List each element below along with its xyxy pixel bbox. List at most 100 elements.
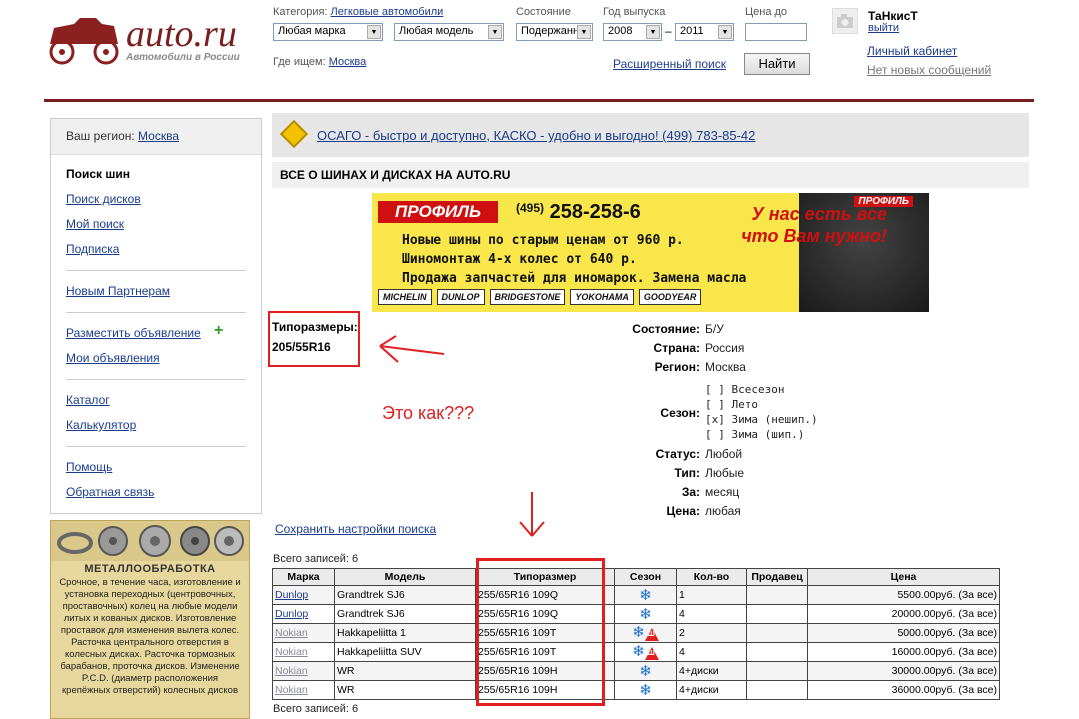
sidebar-item-my-search[interactable]: Мой поиск — [66, 217, 124, 231]
year-to-select[interactable]: 2011 ▼ — [675, 23, 734, 41]
cell-model: Grandtrek SJ6 — [334, 604, 476, 624]
cell-qty: 1 — [676, 585, 747, 605]
filter-condition-value: Б/У — [705, 322, 724, 336]
camera-icon — [837, 14, 853, 28]
region-link[interactable]: Москва — [138, 129, 179, 143]
cell-season: ❄ Ш — [614, 623, 677, 643]
col-seller[interactable]: Продавец — [746, 568, 808, 586]
cell-make[interactable]: Nokian — [272, 661, 335, 681]
sidebar-item-post-ad[interactable]: Разместить объявление — [66, 326, 201, 340]
sidebar-item-tyre-search: Поиск шин — [66, 167, 130, 181]
table-row[interactable]: Dunlop Grandtrek SJ6 255/65R16 109Q ❄ 1 5500.… — [272, 585, 1000, 605]
col-make[interactable]: Марка — [272, 568, 335, 586]
cell-season: ❄ — [614, 680, 677, 700]
model-select[interactable]: Любая модель ▼ — [394, 23, 504, 41]
sidebar-item-calculator[interactable]: Калькулятор — [66, 418, 136, 432]
save-search-link[interactable]: Сохранить настройки поиска — [275, 522, 436, 536]
col-price[interactable]: Цена — [807, 568, 1000, 586]
make-link[interactable]: Nokian — [275, 646, 308, 658]
cabinet-link[interactable]: Личный кабинет — [867, 44, 957, 58]
cell-make[interactable]: Nokian — [272, 623, 335, 643]
sidebar-item-catalog[interactable]: Каталог — [66, 393, 110, 407]
make-select[interactable]: Любая марка ▼ — [273, 23, 383, 41]
cell-price: 20000.00руб. (За все) — [807, 604, 1000, 624]
filter-country-value: Россия — [705, 341, 745, 355]
filter-status-value: Любой — [705, 447, 743, 461]
avatar[interactable] — [832, 8, 858, 34]
filter-season-label: Сезон: — [660, 406, 700, 420]
table-row[interactable]: Dunlop Grandtrek SJ6 255/65R16 109Q ❄ 4 20000… — [272, 604, 1000, 624]
metalwork-text: Срочное, в течение часа, изготовление и … — [59, 577, 241, 696]
make-link[interactable]: Dunlop — [275, 608, 308, 620]
price-label: Цена до — [745, 6, 788, 18]
sidebar-item-disk-search[interactable]: Поиск дисков — [66, 192, 141, 206]
price-input[interactable] — [745, 23, 807, 41]
banner-line: Шиномонтаж 4-х колес от 640 р. — [402, 252, 637, 267]
cell-price: 5000.00руб. (За все) — [807, 623, 1000, 643]
col-qty[interactable]: Кол-во — [676, 568, 747, 586]
cell-make[interactable]: Nokian — [272, 680, 335, 700]
sidebar-item-subscription[interactable]: Подписка — [66, 242, 119, 256]
cell-price: 30000.00руб. (За все) — [807, 661, 1000, 681]
brand-michelin: MICHELIN — [378, 289, 432, 305]
cell-make[interactable]: Dunlop — [272, 604, 335, 624]
condition-select[interactable]: Подержанн ▼ — [516, 23, 593, 41]
banner-line: Продажа запчастей для иномарок. Замена м… — [402, 271, 747, 286]
metalwork-ad[interactable]: МЕТАЛЛООБРАБОТКА Срочное, в течение часа… — [50, 520, 250, 719]
year-from-select[interactable]: 2008 ▼ — [603, 23, 662, 41]
sidebar-item-partners[interactable]: Новым Партнерам — [66, 284, 170, 298]
make-link[interactable]: Dunlop — [275, 589, 308, 601]
plus-icon[interactable]: + — [214, 322, 223, 340]
cell-qty: 4 — [676, 604, 747, 624]
annotation-box — [476, 558, 605, 706]
col-model[interactable]: Модель — [334, 568, 476, 586]
snowflake-icon: ❄ — [639, 681, 652, 699]
chevron-down-icon: ▼ — [646, 25, 660, 39]
cell-make[interactable]: Dunlop — [272, 585, 335, 605]
snowflake-icon: ❄ — [632, 624, 645, 642]
cell-seller — [746, 604, 808, 624]
cell-qty: 4 — [676, 642, 747, 662]
cell-seller — [746, 623, 808, 643]
filter-region-label: Регион: — [654, 360, 700, 374]
stud-warning-icon: Ш — [644, 627, 659, 641]
table-row[interactable]: Nokian Hakkapeliitta SUV 255/65R16 109T ❄ Ш 4… — [272, 642, 1000, 662]
filter-price-value: любая — [705, 504, 741, 518]
logo-car-icon[interactable] — [44, 14, 124, 66]
banner-phone: (495) 258-258-6 — [516, 201, 641, 223]
season-option-allseason[interactable]: [ ] Всесезон — [705, 383, 784, 396]
table-row[interactable]: Nokian Hakkapeliitta 1 255/65R16 109T ❄ Ш 2 50… — [272, 623, 1000, 643]
season-option-winter-nonstud[interactable]: [x] Зима (нешип.) — [705, 413, 818, 426]
logout-link[interactable]: выйти — [868, 22, 899, 34]
logo-text[interactable]: auto.ru — [126, 14, 237, 54]
sidebar-item-feedback[interactable]: Обратная связь — [66, 485, 154, 499]
where-link[interactable]: Москва — [329, 56, 367, 68]
sidebar-item-my-ads[interactable]: Мои объявления — [66, 351, 160, 365]
season-option-winter-stud[interactable]: [ ] Зима (шип.) — [705, 428, 804, 441]
make-link[interactable]: Nokian — [275, 627, 308, 639]
table-row[interactable]: Nokian WR 255/65R16 109H ❄ 4+диски 30000.00ру… — [272, 661, 1000, 681]
table-row[interactable]: Nokian WR 255/65R16 109H ❄ 4+диски 36000.00ру… — [272, 680, 1000, 700]
sidebar-item-help[interactable]: Помощь — [66, 460, 112, 474]
sidebar-divider — [66, 446, 246, 447]
brand-goodyear: GOODYEAR — [638, 289, 702, 305]
messages-link[interactable]: Нет новых сообщений — [867, 63, 991, 77]
osago-link[interactable]: ОСАГО - быстро и доступно, КАСКО - удобн… — [317, 128, 755, 143]
cell-season: ❄ — [614, 661, 677, 681]
season-option-summer[interactable]: [ ] Лето — [705, 398, 758, 411]
snowflake-icon: ❄ — [639, 605, 652, 623]
cell-model: WR — [334, 661, 476, 681]
col-season[interactable]: Сезон — [614, 568, 677, 586]
find-button[interactable]: Найти — [744, 53, 810, 75]
category-link[interactable]: Легковые автомобили — [331, 6, 444, 18]
make-link[interactable]: Nokian — [275, 665, 308, 677]
chevron-down-icon: ▼ — [367, 25, 381, 39]
advanced-search-link[interactable]: Расширенный поиск — [613, 57, 726, 71]
make-link[interactable]: Nokian — [275, 684, 308, 696]
brand-dunlop: DUNLOP — [436, 289, 485, 305]
cell-make[interactable]: Nokian — [272, 642, 335, 662]
filter-type-value: Любые — [705, 466, 745, 480]
profil-banner[interactable]: ПРОФИЛЬ ПРОФИЛЬ (495) 258-258-6 У нас ес… — [372, 193, 929, 312]
chevron-down-icon: ▼ — [488, 25, 502, 39]
records-count-top: Всего записей: 6 — [273, 553, 359, 565]
